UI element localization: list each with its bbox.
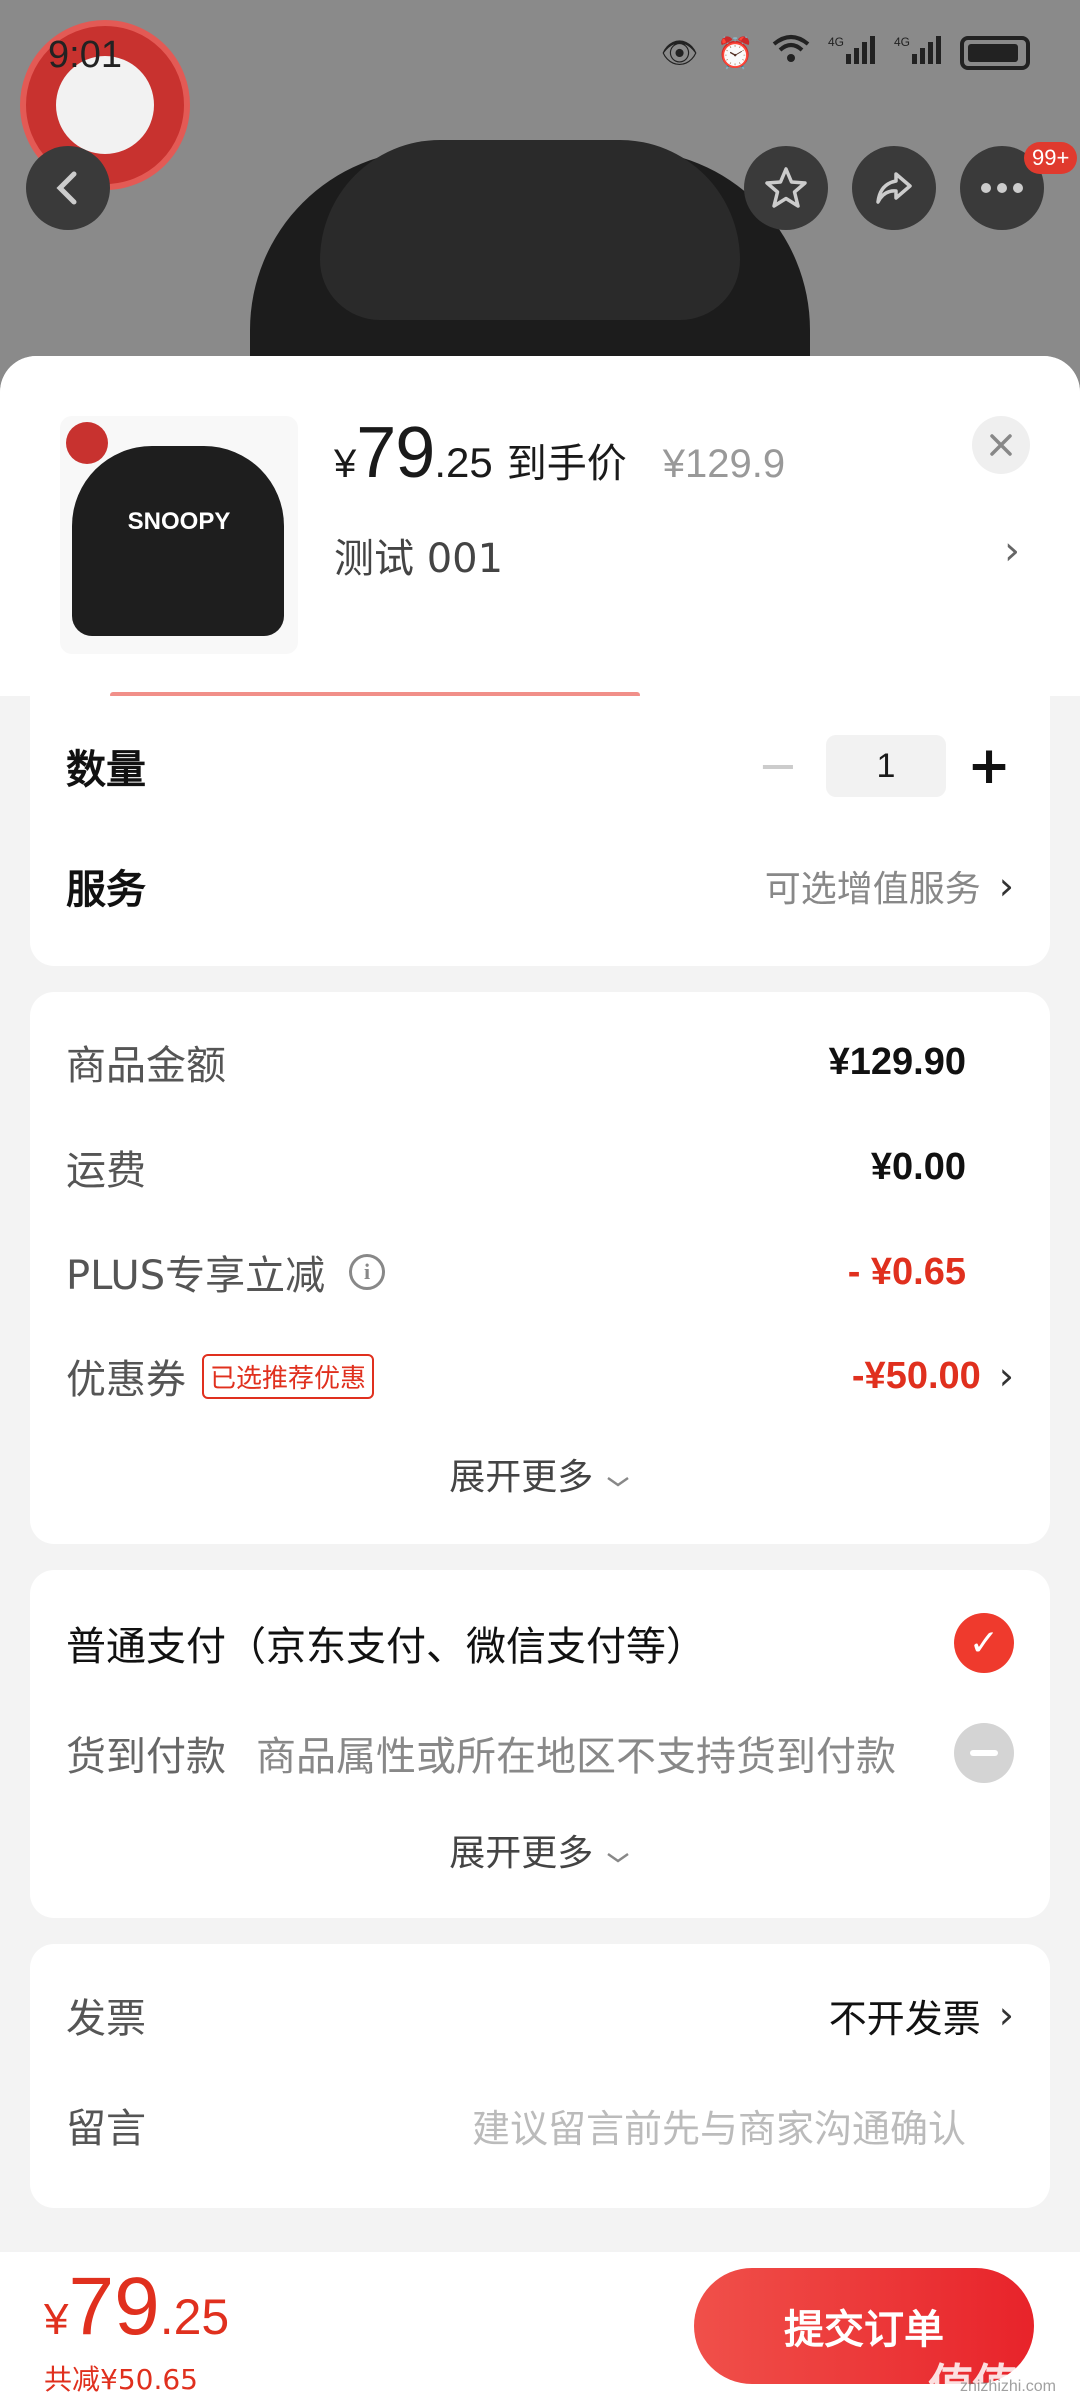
star-icon xyxy=(765,167,807,208)
battery-icon xyxy=(960,36,1030,70)
wifi-icon xyxy=(772,34,810,72)
invoice-value: 不开发票 xyxy=(828,1996,981,2041)
cost-breakdown-card: 商品金额 ¥129.90 运费 ¥0.00 PLUS专享立减 i - ¥0.65… xyxy=(30,992,1050,1544)
jacket-hood-image xyxy=(320,140,740,320)
service-row[interactable]: 服务 可选增值服务 › xyxy=(66,846,1014,926)
chevron-right-icon[interactable]: › xyxy=(1004,528,1020,574)
total-decimal: .25 xyxy=(159,2289,230,2345)
chevron-down-icon xyxy=(607,1852,629,1863)
quantity-input[interactable]: 1 xyxy=(826,735,946,797)
shipping-label: 运费 xyxy=(66,1148,146,1194)
chevron-left-icon xyxy=(56,171,77,205)
price-integer: 79 xyxy=(356,413,435,493)
coupon-row[interactable]: 优惠券 已选推荐优惠 -¥50.00 › xyxy=(66,1346,1014,1406)
favorite-button[interactable] xyxy=(744,146,828,230)
price-label: 到手价 xyxy=(506,441,627,487)
thumbnail-jacket-image xyxy=(72,446,284,636)
share-icon xyxy=(876,172,912,204)
total-integer: 79 xyxy=(68,2261,160,2352)
expand-more-payment[interactable]: 展开更多 xyxy=(30,1824,1050,1876)
total-price: ¥ 79 .25 xyxy=(44,2260,229,2354)
total-saved: 共减¥50.65 xyxy=(44,2363,198,2396)
quantity-stepper: − 1 + xyxy=(748,735,1014,797)
sheet-header: SNOOPY ¥ 79 .25 到手价 ¥129.9 测试 001 › xyxy=(0,356,1080,698)
price-row: ¥ 79 .25 到手价 ¥129.9 xyxy=(334,412,785,494)
payment-card: 普通支付（京东支付、微信支付等） ✓ 货到付款 商品属性或所在地区不支持货到付款… xyxy=(30,1570,1050,1918)
payment-normal-row[interactable]: 普通支付（京东支付、微信支付等） ✓ xyxy=(66,1610,1014,1676)
payment-cod-row: 货到付款 商品属性或所在地区不支持货到付款 xyxy=(66,1720,1014,1786)
signal-4g-icon: 4G xyxy=(828,34,876,72)
watermark-url: zhizhizhi.com xyxy=(959,2378,1056,2395)
payment-cod-label: 货到付款 xyxy=(66,1734,226,1780)
payment-cod-description: 商品属性或所在地区不支持货到付款 xyxy=(256,1734,896,1780)
svg-text:4G: 4G xyxy=(894,35,910,49)
quantity-row: 数量 − 1 + xyxy=(66,726,1014,806)
decrease-button[interactable]: − xyxy=(748,738,808,794)
coupon-tag: 已选推荐优惠 xyxy=(202,1353,375,1399)
price-currency: ¥ xyxy=(334,442,357,486)
price-decimal: .25 xyxy=(434,439,493,486)
svg-text:4G: 4G xyxy=(828,35,844,49)
increase-button[interactable]: + xyxy=(964,736,1014,796)
total-currency: ¥ xyxy=(44,2295,69,2344)
invoice-row[interactable]: 发票 不开发票 › xyxy=(66,1982,1014,2048)
status-icons: 👁 ⏰ 4G 4G xyxy=(661,34,1030,72)
signal-4g-icon-2: 4G xyxy=(894,34,942,72)
bottom-action-bar: ¥ 79 .25 共减¥50.65 提交订单 xyxy=(0,2252,1080,2400)
alarm-icon: ⏰ xyxy=(716,35,754,71)
quantity-label: 数量 xyxy=(66,747,146,793)
back-button[interactable] xyxy=(26,146,110,230)
payment-normal-label: 普通支付（京东支付、微信支付等） xyxy=(66,1624,706,1670)
goods-amount-value: ¥129.90 xyxy=(828,1040,966,1083)
goods-amount-label: 商品金额 xyxy=(66,1043,226,1089)
info-icon[interactable]: i xyxy=(349,1254,386,1290)
expand-more-costs[interactable]: 展开更多 xyxy=(30,1448,1050,1500)
status-time: 9:01 xyxy=(48,34,122,76)
original-price: ¥129.9 xyxy=(662,442,786,486)
service-label: 服务 xyxy=(66,867,146,913)
invoice-label: 发票 xyxy=(66,1996,146,2042)
variant-selector[interactable]: 测试 001 xyxy=(334,526,503,584)
invoice-note-card: 发票 不开发票 › 留言 建议留言前先与商家沟通确认 xyxy=(30,1944,1050,2208)
service-hint: 可选增值服务 xyxy=(764,869,981,910)
notification-badge: 99+ xyxy=(1024,142,1078,174)
note-label: 留言 xyxy=(66,2106,146,2152)
plus-discount-label: PLUS专享立减 xyxy=(66,1253,326,1299)
quantity-service-card: 数量 − 1 + 服务 可选增值服务 › xyxy=(30,696,1050,966)
plus-discount-value: - ¥0.65 xyxy=(847,1250,966,1293)
eye-icon: 👁 xyxy=(660,35,699,71)
close-icon xyxy=(990,434,1012,456)
shipping-value: ¥0.00 xyxy=(870,1145,966,1188)
share-button[interactable] xyxy=(852,146,936,230)
chevron-right-icon: › xyxy=(998,1354,1014,1398)
shipping-row: 运费 ¥0.00 xyxy=(66,1137,1014,1197)
chevron-right-icon: › xyxy=(998,864,1014,908)
disabled-radio-icon xyxy=(954,1723,1014,1783)
close-button[interactable] xyxy=(972,416,1030,474)
order-sheet: SNOOPY ¥ 79 .25 到手价 ¥129.9 测试 001 › 数量 −… xyxy=(0,356,1080,2400)
expand-more-label: 展开更多 xyxy=(449,1833,594,1874)
thumbnail-logo xyxy=(66,422,108,464)
note-input[interactable]: 建议留言前先与商家沟通确认 xyxy=(472,2098,966,2153)
coupon-value: -¥50.00 xyxy=(851,1354,981,1397)
goods-amount-row: 商品金额 ¥129.90 xyxy=(66,1032,1014,1092)
checkmark-icon[interactable]: ✓ xyxy=(954,1613,1014,1673)
chevron-right-icon: › xyxy=(998,1993,1014,2037)
expand-more-label: 展开更多 xyxy=(449,1457,594,1498)
thumbnail-print-text: SNOOPY xyxy=(127,508,231,535)
more-dots-icon xyxy=(981,183,1023,193)
chevron-down-icon xyxy=(607,1476,629,1487)
note-row: 留言 建议留言前先与商家沟通确认 xyxy=(66,2092,1014,2158)
plus-discount-row: PLUS专享立减 i - ¥0.65 xyxy=(66,1242,1014,1302)
coupon-label: 优惠券 xyxy=(66,1357,186,1403)
product-thumbnail[interactable]: SNOOPY xyxy=(60,416,298,654)
status-bar: 9:01 👁 ⏰ 4G 4G xyxy=(0,0,1080,110)
